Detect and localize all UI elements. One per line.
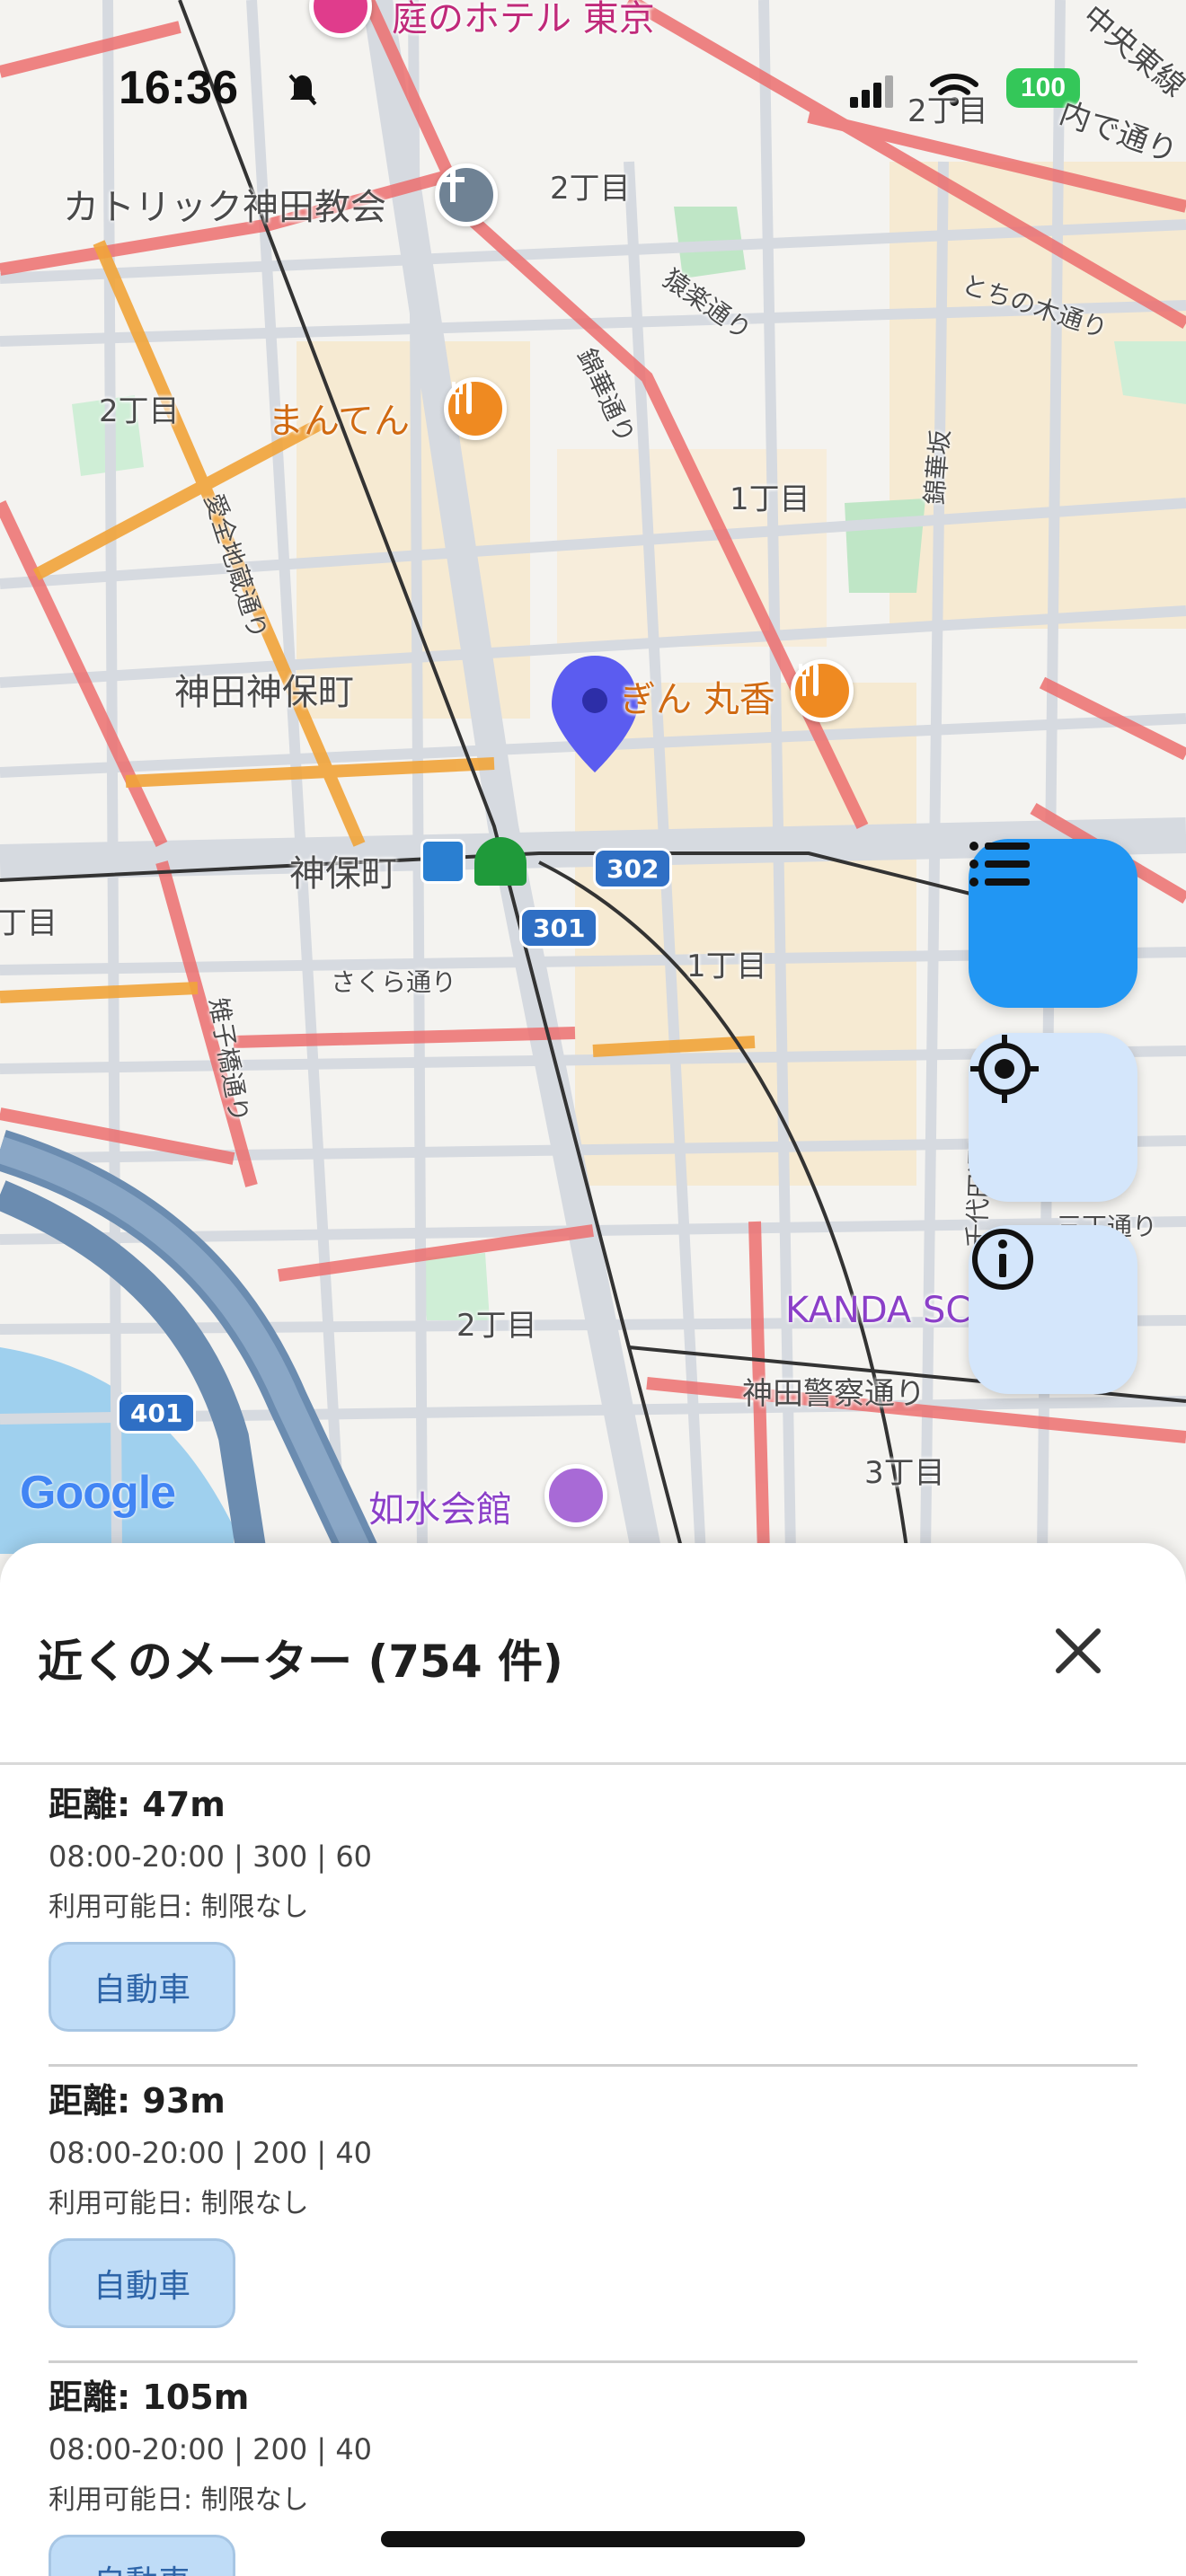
sheet-divider [0, 1762, 1186, 1765]
close-icon [1056, 1628, 1101, 1673]
map-label-chome1-mid: 1丁目 [730, 481, 810, 517]
meter-hours: 08:00-20:00 | 300 | 60 [49, 1839, 373, 1874]
google-logo: Google [20, 1466, 176, 1520]
map-label-chome2-left: 2丁目 [99, 393, 180, 429]
map-label-chome1-low: 1丁目 [686, 948, 767, 984]
map-label-sakura: さくら通り [331, 967, 457, 997]
meter-availability: 利用可能日: 制限なし [49, 1892, 309, 1923]
map-label-chome2-top: 2丁目 [550, 171, 631, 207]
map-label-chome2-top-right: 2丁目 [907, 93, 988, 129]
map-label-church[interactable]: カトリック神田教会 [63, 178, 386, 230]
meter-distance: 距離: 93m [49, 2081, 226, 2121]
vehicle-tag-button[interactable]: 自動車 [49, 2238, 235, 2328]
meter-distance: 距離: 105m [49, 2378, 250, 2417]
map-label-marukou[interactable]: ぎん 丸香 [620, 670, 775, 722]
toei-icon[interactable] [474, 837, 527, 886]
map-view[interactable]: 16:36 100 庭のホテル 東京 中央東線 2丁目 内で通り カトリック神田… [0, 0, 1186, 1554]
meter-hours: 08:00-20:00 | 200 | 40 [49, 2432, 373, 2466]
map-label-chome-left-edge: 丁目 [0, 905, 58, 941]
google-logo-text: Google [20, 1467, 176, 1519]
vehicle-tag-button[interactable]: 自動車 [49, 2535, 235, 2576]
close-button[interactable] [1042, 1615, 1114, 1687]
map-label-manten[interactable]: まんてん [268, 392, 410, 444]
map-label-jimbocho-area: 神田神保町 [174, 672, 354, 713]
route-302-shield: 302 [593, 848, 673, 889]
church-icon[interactable] [435, 163, 498, 226]
metro-icon[interactable] [420, 839, 465, 884]
item-divider [49, 2064, 1137, 2067]
map-label-hotel[interactable]: 庭のホテル 東京 [392, 0, 655, 41]
meter-distance: 距離: 47m [49, 1785, 226, 1824]
vehicle-tag-button[interactable]: 自動車 [49, 1942, 235, 2032]
restaurant-icon[interactable] [791, 659, 854, 722]
map-label-chome3: 3丁目 [864, 1455, 945, 1491]
meter-availability: 利用可能日: 制限なし [49, 2484, 309, 2516]
list-icon [969, 842, 1030, 887]
map-label-kinka-slope: 錦華坂 [919, 428, 956, 507]
list-button[interactable] [969, 839, 1137, 1008]
meter-hours: 08:00-20:00 | 200 | 40 [49, 2136, 373, 2170]
locate-button[interactable] [969, 1033, 1137, 1202]
info-icon [972, 1229, 1033, 1290]
sheet-title: 近くのメーター (754 件) [38, 1636, 563, 1688]
map-label-police: 神田警察通り [742, 1376, 925, 1412]
bell-muted-icon [288, 74, 317, 106]
crosshair-icon [970, 1035, 1039, 1103]
map-label-chome2-low: 2丁目 [456, 1308, 537, 1344]
info-button[interactable] [969, 1225, 1137, 1394]
map-label-josuikaikan[interactable]: 如水会館 [368, 1480, 512, 1532]
map-label-jimbocho-station[interactable]: 神保町 [289, 844, 397, 896]
route-401-shield: 401 [117, 1392, 197, 1434]
meter-availability: 利用可能日: 制限なし [49, 2188, 309, 2219]
nearby-meters-sheet[interactable]: 近くのメーター (754 件) 距離: 47m 08:00-20:00 | 30… [0, 1543, 1186, 2576]
signal-icon [850, 75, 893, 108]
status-time: 16:36 [119, 62, 238, 114]
route-301-shield: 301 [519, 907, 599, 948]
landmark-icon[interactable] [544, 1464, 607, 1527]
item-divider [49, 2360, 1137, 2363]
restaurant-icon[interactable] [444, 377, 507, 440]
home-indicator[interactable] [381, 2531, 805, 2547]
